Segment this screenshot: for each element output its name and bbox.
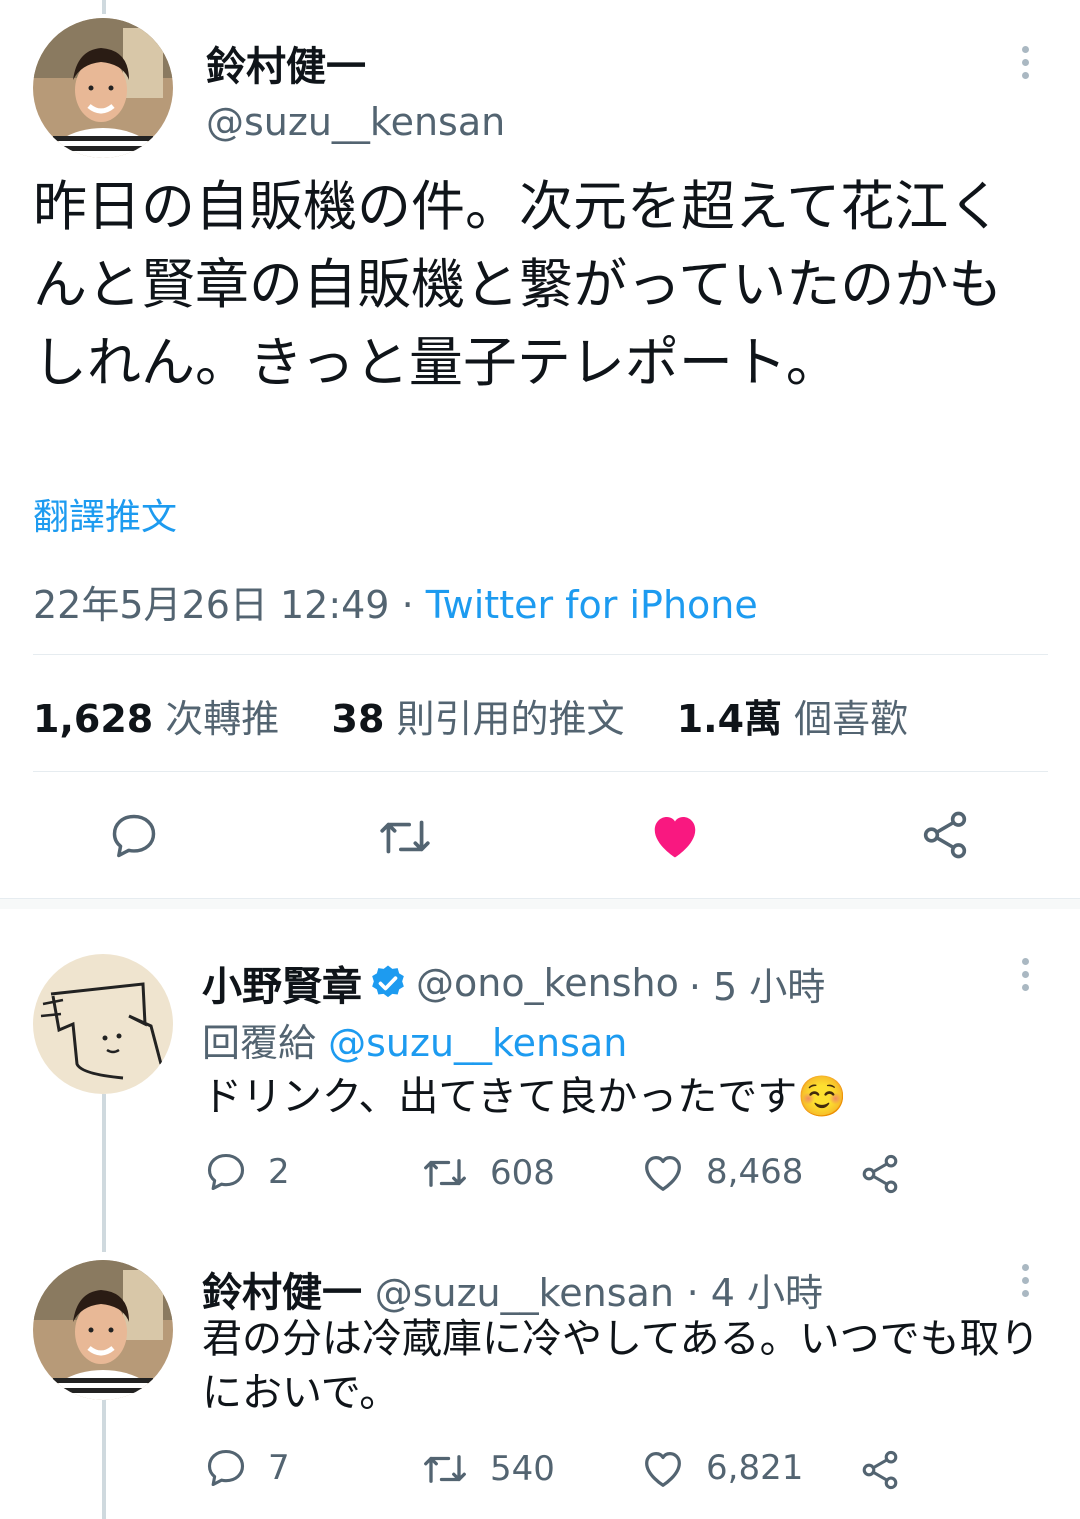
tweet-stats: 1,628 次轉推 38 則引用的推文 1.4萬 個喜歡: [33, 688, 908, 743]
comment-icon: [207, 1153, 245, 1191]
comment-icon: [207, 1449, 245, 1487]
quotes-stat[interactable]: 38 則引用的推文: [332, 697, 625, 741]
like-count: 6,821: [706, 1448, 804, 1488]
likes-label: 個喜歡: [794, 697, 909, 741]
tweet-text: 昨日の自販機の件。次元を超えて花江くんと賢章の自販機と繋がっていたのかもしれん。…: [33, 175, 1003, 394]
reply-button[interactable]: 2: [204, 1150, 290, 1194]
user-handle[interactable]: @ono_kensho: [416, 961, 679, 1005]
reply-text: ドリンク、出てきて良かったです☺️: [202, 1070, 847, 1124]
heart-icon: [645, 1155, 681, 1191]
avatar[interactable]: [33, 954, 173, 1094]
reply-header: 鈴村健一 @suzu__kensan · 4 小時: [202, 1260, 823, 1318]
reply-text-body: ドリンク、出てきて良かったです: [202, 1074, 798, 1120]
user-handle[interactable]: @suzu__kensan: [375, 1271, 674, 1315]
comment-icon: [112, 814, 156, 858]
more-options-icon[interactable]: [1022, 46, 1029, 79]
avatar[interactable]: [33, 18, 173, 158]
like-button[interactable]: 8,468: [640, 1150, 803, 1194]
retweets-stat[interactable]: 1,628 次轉推: [33, 697, 279, 741]
retweet-icon: [424, 1455, 466, 1483]
reply-count: 7: [268, 1448, 290, 1488]
meta-separator: ·: [389, 583, 426, 627]
share-button[interactable]: [858, 1448, 902, 1496]
share-icon: [923, 811, 967, 859]
likes-stat[interactable]: 1.4萬 個喜歡: [677, 697, 908, 741]
quotes-count: 38: [331, 697, 385, 741]
heart-icon: [645, 1451, 681, 1487]
share-button[interactable]: [918, 808, 972, 866]
share-icon: [862, 1154, 898, 1194]
more-options-icon[interactable]: [1022, 1264, 1029, 1297]
share-icon: [862, 1450, 898, 1490]
source-link[interactable]: Twitter for iPhone: [426, 583, 758, 627]
section-gap: [0, 899, 1080, 909]
retweet-button[interactable]: 540: [420, 1448, 555, 1490]
retweet-count: 608: [490, 1153, 555, 1193]
reply-time[interactable]: · 4 小時: [687, 1271, 823, 1315]
verified-badge-icon: [372, 965, 404, 998]
translate-tweet-link[interactable]: 翻譯推文: [33, 488, 177, 540]
heart-filled-icon: [654, 817, 696, 858]
like-button[interactable]: 6,821: [640, 1446, 803, 1490]
like-count: 8,468: [706, 1152, 804, 1192]
display-name[interactable]: 鈴村健一: [206, 34, 366, 92]
avatar[interactable]: [33, 1260, 173, 1400]
replying-to: 回覆給 @suzu__kensan: [202, 1012, 627, 1067]
display-name[interactable]: 小野賢章: [202, 954, 362, 1012]
likes-count: 1.4萬: [676, 697, 783, 741]
tweet-meta: 22年5月26日 12:49 · Twitter for iPhone: [33, 574, 758, 629]
share-button[interactable]: [858, 1152, 902, 1200]
retweet-icon: [424, 1159, 466, 1187]
thread-line: [102, 1094, 106, 1252]
display-name[interactable]: 鈴村健一: [202, 1270, 362, 1316]
reply-button[interactable]: 7: [204, 1446, 290, 1490]
retweets-count: 1,628: [33, 697, 154, 741]
retweets-label: 次轉推: [165, 697, 280, 741]
reply-count: 2: [268, 1152, 290, 1192]
divider: [33, 771, 1048, 772]
retweet-count: 540: [490, 1449, 555, 1489]
retweet-button[interactable]: [376, 812, 434, 866]
reply-header: 小野賢章 @ono_kensho · 5 小時: [202, 954, 825, 1012]
replying-to-label: 回覆給: [202, 1021, 317, 1065]
reply-text: 君の分は冷蔵庫に冷やしてある。いつでも取りにおいで。: [202, 1316, 1040, 1416]
quotes-label: 則引用的推文: [396, 697, 625, 741]
thread-line: [102, 1400, 106, 1519]
replying-to-handle[interactable]: @suzu__kensan: [328, 1021, 627, 1065]
smiling-face-emoji: ☺️: [797, 1074, 848, 1120]
more-options-icon[interactable]: [1022, 958, 1029, 991]
like-button[interactable]: [648, 810, 702, 864]
timestamp: 22年5月26日 12:49: [33, 583, 390, 627]
retweet-icon: [380, 820, 430, 854]
reply-time[interactable]: · 5 小時: [689, 956, 825, 1011]
divider: [33, 654, 1048, 655]
reply-button[interactable]: [108, 810, 160, 866]
retweet-button[interactable]: 608: [420, 1152, 555, 1194]
thread-line: [102, 0, 106, 14]
user-handle[interactable]: @suzu__kensan: [206, 100, 505, 144]
